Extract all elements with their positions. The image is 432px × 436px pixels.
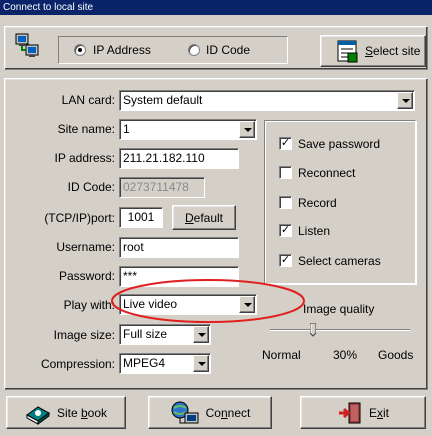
id-code-field: 0273711478 [119, 177, 205, 198]
image-size-label: Image size: [53, 328, 115, 342]
password-label: Password: [58, 269, 115, 283]
network-computers-icon [14, 32, 40, 58]
select-cameras-label[interactable]: Select cameras [298, 254, 381, 268]
lan-card-value: System default [123, 93, 203, 107]
quality-high-label: Goods [378, 348, 414, 362]
compression-label: Compression: [40, 357, 115, 371]
record-label[interactable]: Record [298, 196, 337, 210]
record-checkbox[interactable] [279, 196, 292, 209]
chevron-down-icon[interactable] [193, 326, 209, 343]
title-bar: Connect to local site [0, 0, 432, 15]
default-button[interactable]: Default [172, 205, 236, 230]
check-icon: ✓ [280, 224, 291, 236]
ip-address-label: IP address: [54, 151, 115, 165]
reconnect-checkbox[interactable] [279, 166, 292, 179]
exit-door-icon [337, 401, 363, 425]
site-name-select[interactable]: 1 [119, 119, 257, 140]
username-label: Username: [56, 240, 115, 254]
site-name-value: 1 [123, 122, 130, 136]
annotation-ellipse [111, 279, 305, 323]
site-list-icon [335, 39, 359, 63]
port-value: 1001 [127, 210, 155, 224]
connect-button[interactable]: Connect [148, 396, 272, 429]
slider-thumb[interactable] [309, 322, 317, 337]
compression-select[interactable]: MPEG4 [119, 353, 211, 374]
play-with-label: Play with: [63, 298, 115, 312]
window-title: Connect to local site [3, 2, 94, 13]
site-name-label: Site name: [57, 122, 115, 136]
compression-value: MPEG4 [123, 356, 166, 370]
reconnect-label[interactable]: Reconnect [298, 166, 355, 180]
slider-track [270, 329, 410, 331]
port-label: (TCP/IP)port: [44, 211, 115, 225]
lan-card-label: LAN card: [61, 93, 115, 107]
check-icon: ✓ [280, 137, 291, 149]
save-password-checkbox[interactable]: ✓ [279, 137, 292, 150]
check-icon: ✓ [280, 254, 291, 266]
id-code-radio[interactable] [188, 44, 200, 56]
image-size-select[interactable]: Full size [119, 324, 211, 345]
connect-label: Connect [205, 405, 251, 420]
site-book-button[interactable]: Site book [6, 396, 126, 429]
username-field[interactable]: root [119, 237, 239, 258]
site-book-label: Site book [56, 405, 108, 420]
id-code-radio-label[interactable]: ID Code [206, 43, 250, 57]
select-cameras-checkbox[interactable]: ✓ [279, 254, 292, 267]
image-size-value: Full size [123, 327, 168, 341]
id-code-label: ID Code: [67, 180, 115, 194]
quality-value-label: 30% [333, 348, 358, 362]
exit-label: Exit [368, 405, 389, 420]
port-field[interactable]: 1001 [119, 207, 163, 228]
lan-card-select[interactable]: System default [119, 90, 415, 111]
listen-label[interactable]: Listen [298, 224, 330, 238]
chevron-down-icon[interactable] [193, 355, 209, 372]
ip-address-radio[interactable] [74, 44, 86, 56]
select-site-label: Select site [365, 44, 421, 58]
chevron-down-icon[interactable] [397, 92, 413, 109]
chevron-down-icon[interactable] [239, 121, 255, 138]
ip-address-radio-label[interactable]: IP Address [93, 43, 151, 57]
default-label: Default [184, 210, 224, 225]
ip-address-field[interactable]: 211.21.182.110 [119, 148, 239, 169]
save-password-label[interactable]: Save password [298, 137, 380, 151]
exit-button[interactable]: Exit [300, 396, 426, 429]
connect-network-icon [170, 400, 200, 426]
image-quality-title: Image quality [303, 302, 375, 316]
select-site-button[interactable]: Select site [320, 35, 426, 67]
listen-checkbox[interactable]: ✓ [279, 224, 292, 237]
book-icon [25, 401, 51, 425]
quality-low-label: Normal [262, 348, 301, 362]
